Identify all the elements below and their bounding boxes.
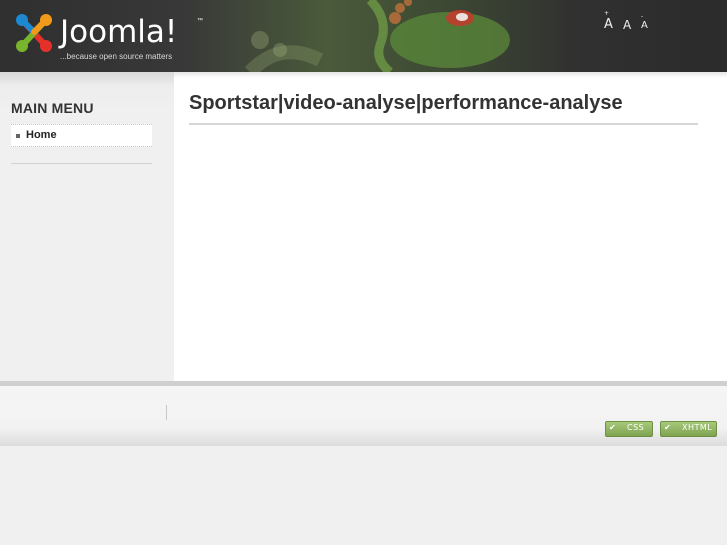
page-bottom-area — [0, 446, 727, 545]
logo-trademark: ™ — [197, 18, 203, 24]
footer-separator — [166, 405, 167, 420]
main-menu-title: MAIN MENU — [11, 100, 94, 116]
css-valid-badge[interactable]: ✔ CSS — [605, 421, 653, 437]
menu-item-label[interactable]: Home — [26, 129, 57, 141]
sidebar-divider — [11, 163, 152, 164]
page-title: Sportstar|video-analyse|performance-anal… — [189, 92, 623, 114]
css-badge-label: CSS — [627, 423, 645, 432]
site-header: Joomla! ™ ...because open source matters… — [0, 0, 727, 72]
check-icon: ✔ — [609, 423, 616, 432]
site-footer: ✔ CSS ✔ XHTML — [0, 386, 727, 446]
xhtml-valid-badge[interactable]: ✔ XHTML — [660, 421, 717, 437]
content-top-shade — [174, 72, 727, 78]
xhtml-badge-label: XHTML — [682, 423, 713, 432]
bullet-icon — [16, 134, 20, 138]
menu-item-home[interactable]: Home — [11, 124, 152, 147]
joomla-logo-icon[interactable] — [12, 12, 56, 54]
logo-wordmark[interactable]: Joomla! — [60, 14, 177, 50]
sidebar: MAIN MENU Home — [0, 72, 174, 382]
main-content: Sportstar|video-analyse|performance-anal… — [174, 72, 727, 382]
title-divider — [189, 123, 698, 125]
reset-font-button[interactable]: A — [623, 18, 631, 32]
site-tagline: ...because open source matters — [60, 52, 173, 61]
check-icon: ✔ — [664, 423, 671, 432]
frog-banner-image — [244, 0, 510, 72]
